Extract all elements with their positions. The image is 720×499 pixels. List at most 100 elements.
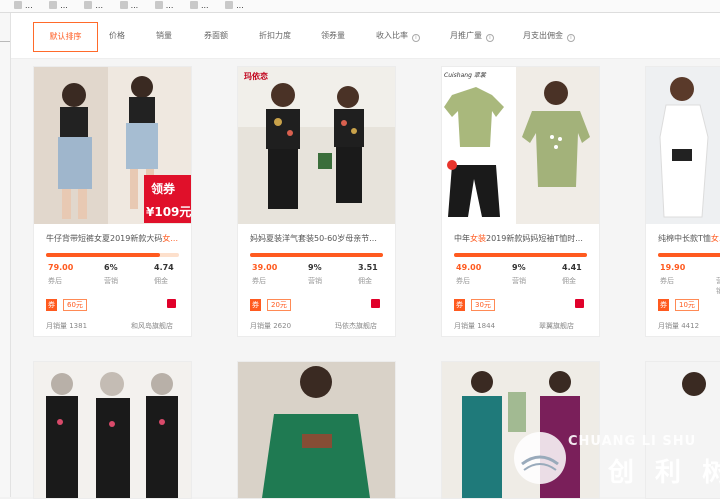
tmall-icon	[167, 299, 176, 308]
sort-tab-coupon-count[interactable]: 领券量	[321, 26, 345, 46]
progress-fill	[250, 253, 383, 257]
product-card[interactable]: Cuishang 翠裳 中年女装2019新款妈妈短袖T恤时... 49.00 9…	[441, 66, 600, 337]
tmall-icon	[371, 299, 380, 308]
product-image[interactable]	[238, 362, 395, 498]
product-image[interactable]	[238, 67, 395, 224]
price-label: 券后	[660, 277, 674, 285]
brand-logo: Cuishang 翠裳	[444, 72, 486, 79]
product-image[interactable]	[34, 67, 191, 224]
bookmark-item[interactable]: ...	[84, 0, 103, 11]
monthly-sales: 月销量 1381	[46, 322, 88, 330]
info-icon[interactable]: i	[486, 34, 494, 42]
bookmark-icon	[154, 1, 163, 9]
bookmark-item[interactable]: ...	[225, 0, 244, 11]
brand-logo: 玛依恋	[244, 72, 268, 81]
product-card[interactable]: 领券 ¥109元 牛仔背带短裤女夏2019新款大码女... 79.00 6% 4…	[33, 66, 192, 337]
marketing-rate: 6%	[104, 263, 118, 272]
commission: 3.51	[358, 263, 378, 272]
watermark-logo-icon	[514, 432, 566, 484]
shop-name[interactable]: 和风岛旗舰店	[131, 321, 173, 331]
commission: 4.74	[154, 263, 174, 272]
sort-tab-coupon-amount[interactable]: 券面额	[204, 26, 228, 46]
coupon-value[interactable]: 10元	[675, 299, 699, 311]
sales-progress-bar	[454, 253, 587, 257]
shop-name[interactable]: 玛依杰旗舰店	[335, 321, 377, 331]
price-after-coupon: 19.90	[660, 263, 686, 272]
coupon-tag: 券	[250, 299, 261, 311]
marketing-rate: 9%	[308, 263, 322, 272]
sidebar-divider	[0, 41, 10, 42]
sort-tab-price[interactable]: 价格	[109, 26, 125, 46]
price-label: 券后	[252, 277, 266, 285]
price-after-coupon: 39.00	[252, 263, 278, 272]
sort-tab-income-ratio[interactable]: 收入比率 i	[376, 26, 420, 46]
coupon-value[interactable]: 30元	[471, 299, 495, 311]
bookmark-item[interactable]: ...	[154, 0, 173, 11]
product-image[interactable]	[646, 67, 720, 224]
product-card[interactable]: 纯棉中长款T恤女... 19.90 券后 营销 券 10元 月销量 4412	[645, 66, 720, 337]
sales-progress-bar	[658, 253, 720, 257]
commission-label: 佣金	[154, 277, 168, 285]
bookmark-item[interactable]: ...	[14, 0, 33, 11]
bookmark-icon	[119, 1, 128, 9]
coupon-tag: 券	[46, 299, 57, 311]
sort-tab-sales[interactable]: 销量	[156, 26, 172, 46]
product-card[interactable]	[33, 361, 192, 499]
commission-label: 佣金	[562, 277, 576, 285]
monthly-sales: 月销量 4412	[658, 322, 700, 330]
sort-tab-monthly-promotion[interactable]: 月推广量 i	[450, 26, 494, 46]
rate-label: 营销	[716, 276, 720, 296]
bookmark-icon	[49, 1, 58, 9]
bookmark-item[interactable]: ...	[189, 0, 209, 11]
bookmark-item[interactable]: ...	[119, 0, 138, 11]
product-image[interactable]	[442, 67, 599, 224]
progress-fill	[658, 253, 720, 257]
sales-progress-bar	[250, 253, 383, 257]
progress-fill	[46, 253, 161, 257]
rate-label: 营销	[308, 277, 322, 285]
rate-label: 营销	[512, 277, 526, 285]
commission: 4.41	[562, 263, 582, 272]
price-label: 券后	[48, 277, 62, 285]
info-icon[interactable]: i	[412, 34, 420, 42]
product-title[interactable]: 纯棉中长款T恤女...	[658, 233, 720, 244]
rate-label: 营销	[104, 277, 118, 285]
progress-fill	[454, 253, 587, 257]
coupon-tag: 券	[658, 299, 669, 311]
bookmark-icon	[225, 1, 234, 9]
product-image[interactable]	[34, 362, 191, 498]
coupon-value[interactable]: 20元	[267, 299, 291, 311]
marketing-rate: 9%	[512, 263, 526, 272]
watermark-chinese: 创 利 树	[608, 458, 720, 488]
tmall-icon	[575, 299, 584, 308]
commission-label: 佣金	[358, 277, 372, 285]
product-title[interactable]: 牛仔背带短裤女夏2019新款大码女...	[46, 233, 179, 244]
bookmark-icon	[189, 1, 198, 9]
bookmark-icon	[14, 1, 22, 9]
bookmark-icon	[84, 1, 93, 9]
info-icon[interactable]: i	[567, 34, 575, 42]
monthly-sales: 月销量 2620	[250, 322, 292, 330]
shop-name[interactable]: 翠翼旗舰店	[539, 321, 574, 331]
price-after-coupon: 49.00	[456, 263, 482, 272]
product-card[interactable]: 玛依恋 妈妈夏装洋气套装50-60岁母亲节... 39.00 9% 3.51 券…	[237, 66, 396, 337]
product-card[interactable]	[237, 361, 396, 499]
sort-tab-default[interactable]: 默认排序	[33, 22, 98, 52]
price-label: 券后	[456, 277, 470, 285]
product-title[interactable]: 妈妈夏装洋气套装50-60岁母亲节...	[250, 233, 383, 244]
monthly-sales: 月销量 1844	[454, 322, 496, 330]
coupon-value[interactable]: 60元	[63, 299, 87, 311]
promo-price: ¥109元	[146, 205, 192, 219]
product-title[interactable]: 中年女装2019新款妈妈短袖T恤时...	[454, 233, 587, 244]
sales-progress-bar	[46, 253, 179, 257]
promo-badge: 领券	[151, 182, 176, 196]
sort-bar: 默认排序 价格 销量 券面额 折扣力度 领券量 收入比率 i 月推广量 i 月支出佣…	[11, 13, 720, 59]
sort-tab-monthly-commission[interactable]: 月支出佣金 i	[523, 26, 575, 46]
bookmark-item[interactable]: ...	[49, 0, 68, 11]
coupon-tag: 券	[454, 299, 465, 311]
browser-bookmarks-bar: ... ... ... ... ... ... ...	[0, 0, 720, 13]
left-sidebar	[0, 13, 11, 497]
watermark-text: CHUANG LI SHU	[568, 434, 697, 449]
price-after-coupon: 79.00	[48, 263, 74, 272]
sort-tab-discount[interactable]: 折扣力度	[259, 26, 291, 46]
